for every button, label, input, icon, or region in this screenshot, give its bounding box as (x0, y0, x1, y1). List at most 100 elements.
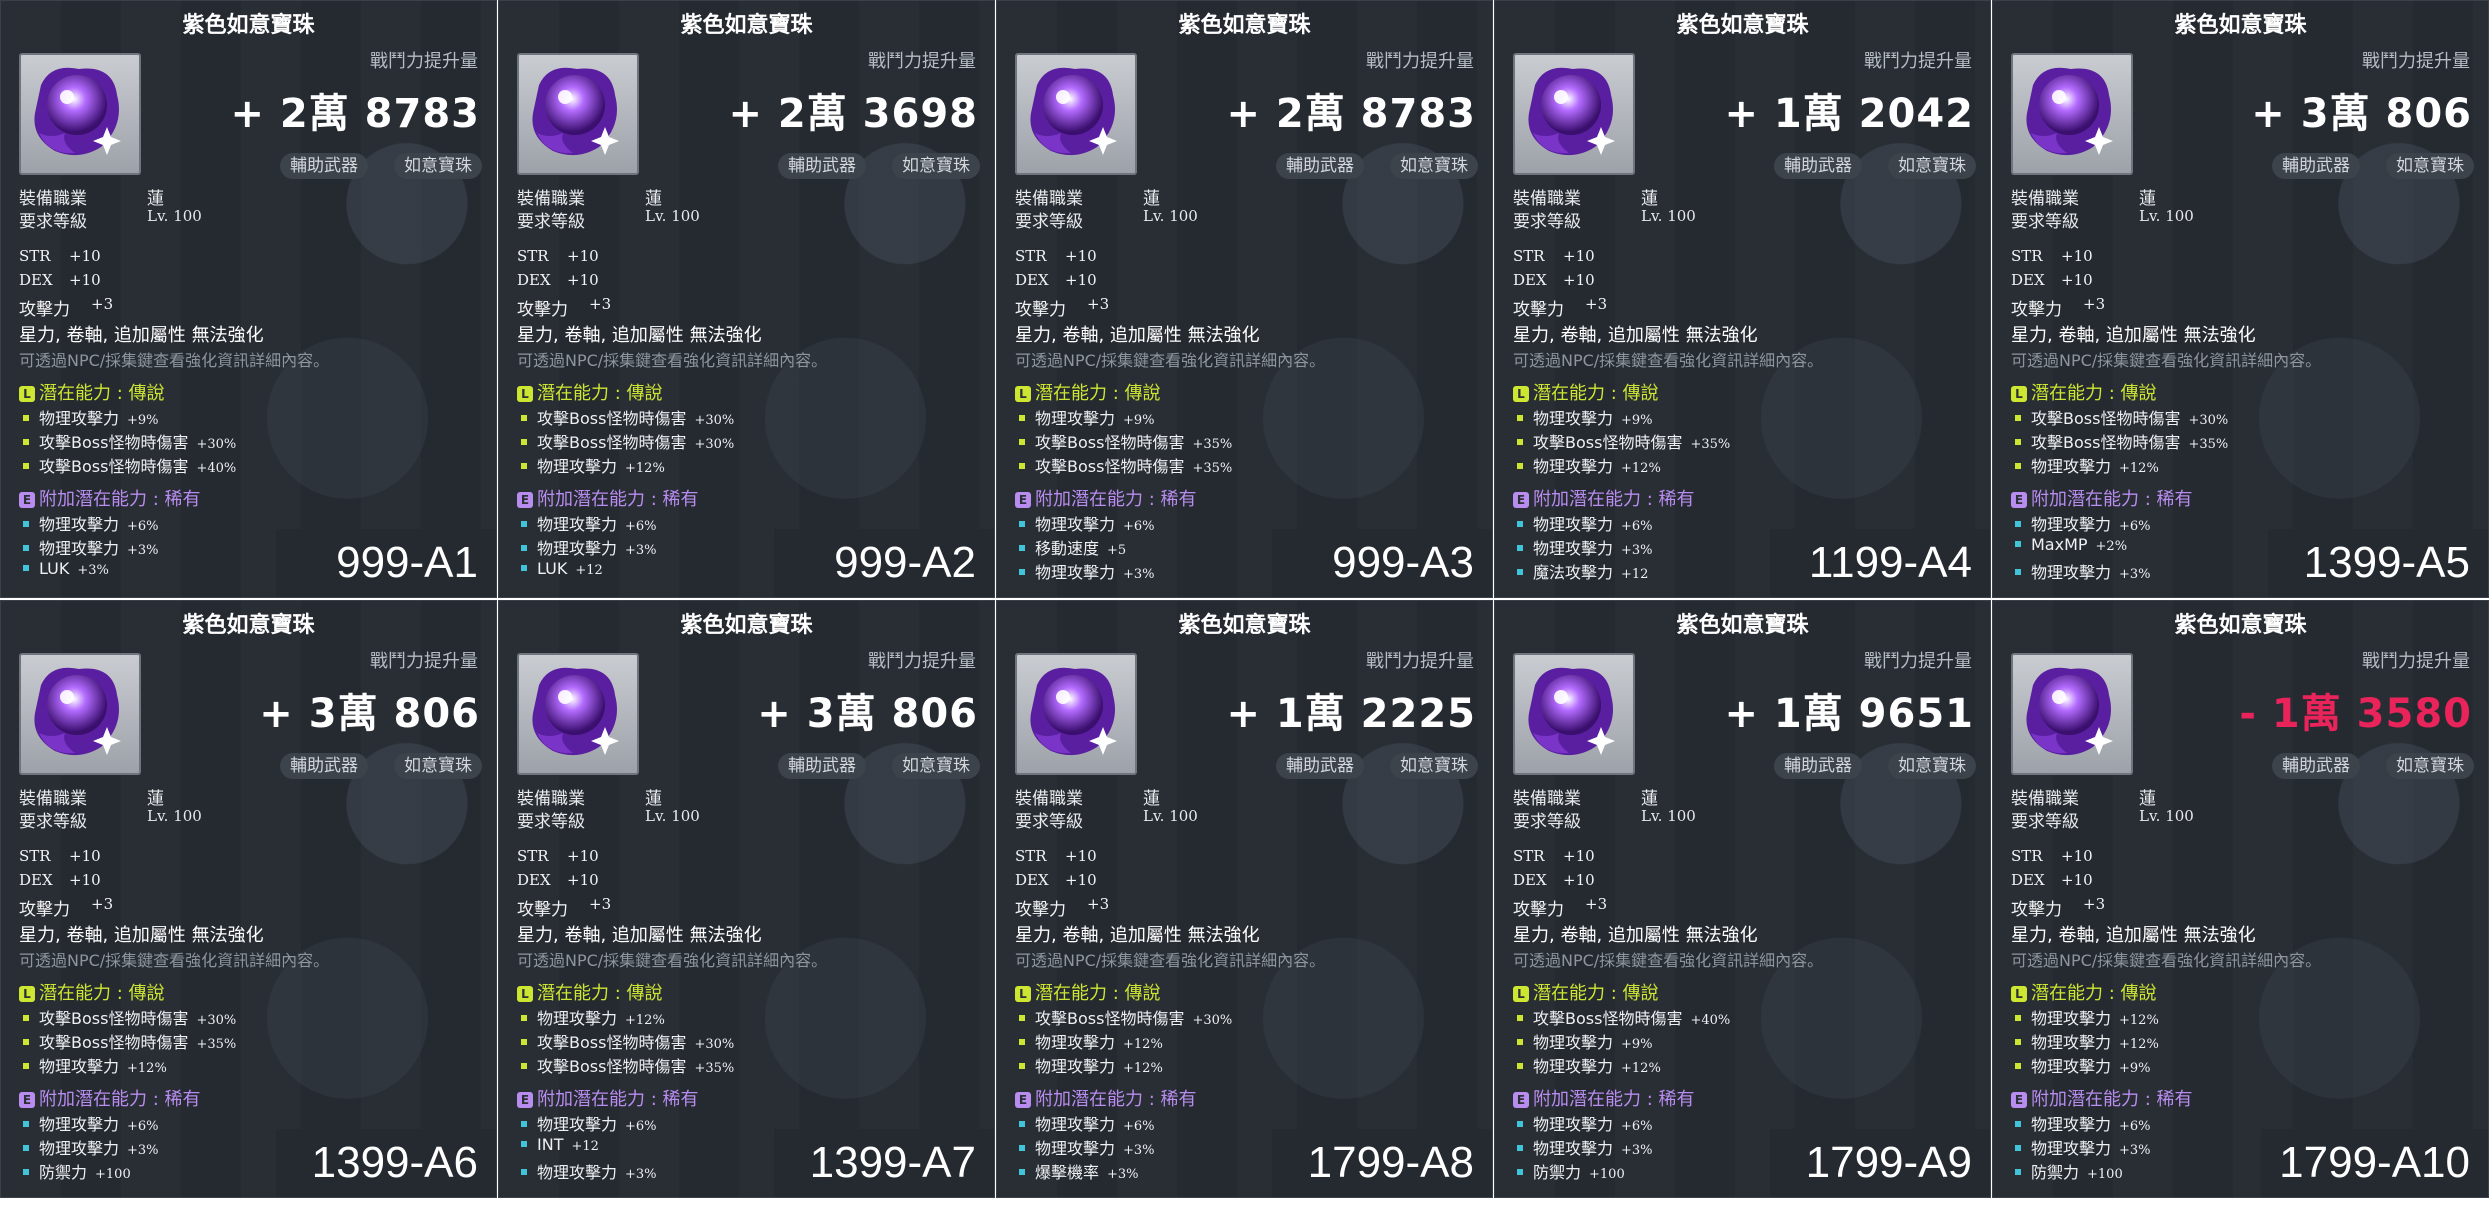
bonus-potential-line: MaxMP +2% (2015, 535, 2127, 554)
job-label: 裝備職業 (2011, 789, 2079, 809)
combat-power-label: 戰鬥力提升量 (868, 651, 976, 672)
level-label: 要求等級 (1015, 212, 1083, 232)
base-stat-name: 攻擊力 (1015, 900, 1066, 920)
potential-line: 攻擊Boss怪物時傷害 +35% (521, 1053, 734, 1077)
potential-header-label: 潛在能力 : 傳說 (1533, 983, 1659, 1004)
level-label: 要求等級 (517, 212, 585, 232)
bonus-potential-line: 防禦力 +100 (23, 1159, 131, 1183)
item-tooltip-card: 紫色如意寶珠 戰鬥力提升量 + 1萬 2042 輔助武器 如意寶珠 裝備職業 蓮要求等級 Lv… (1494, 0, 1991, 598)
potential-line: 攻擊Boss怪物時傷害 +30% (521, 1029, 734, 1053)
base-stat-name: DEX (2011, 871, 2045, 889)
base-stat-row: 攻擊力 +3 (1015, 895, 1109, 920)
bonus-header-label: 附加潛在能力 : 稀有 (1035, 489, 1197, 510)
job-value: 蓮 (2139, 789, 2156, 809)
purple-orb-item-icon (517, 53, 639, 175)
job-label: 裝備職業 (1015, 189, 1083, 209)
item-title: 紫色如意寶珠 (1676, 13, 1809, 38)
bullet-icon (1019, 1039, 1025, 1045)
job-label: 裝備職業 (517, 189, 585, 209)
purple-orb-item-icon (2011, 53, 2133, 175)
potential-value: +35% (2188, 437, 2229, 452)
bullet-icon (2015, 521, 2021, 527)
bonus-stat: LUK (39, 559, 70, 578)
legendary-grade-icon: L (517, 986, 533, 1002)
bonus-header-label: 附加潛在能力 : 稀有 (39, 489, 201, 510)
job-row: 裝備職業 蓮 (19, 784, 164, 809)
potential-line: 物理攻擊力 +12% (1019, 1029, 1163, 1053)
bullet-icon (23, 545, 29, 551)
rare-grade-icon: E (19, 492, 35, 508)
purple-orb-item-icon (1015, 53, 1137, 175)
combat-power-label: 戰鬥力提升量 (370, 651, 478, 672)
bonus-header-label: 附加潛在能力 : 稀有 (2031, 1089, 2193, 1110)
tag-item-type: 如意寶珠 (1390, 753, 1478, 779)
potential-line: 物理攻擊力 +12% (1517, 453, 1661, 477)
job-value: 蓮 (1641, 789, 1658, 809)
rare-grade-icon: E (2011, 1092, 2027, 1108)
bullet-icon (2015, 1169, 2021, 1175)
potential-header-label: 潛在能力 : 傳說 (1533, 383, 1659, 404)
potential-stat: 物理攻擊力 (1533, 409, 1614, 428)
bonus-stat: MaxMP (2031, 535, 2088, 554)
item-title: 紫色如意寶珠 (2174, 13, 2307, 38)
bullet-icon (23, 463, 29, 469)
bonus-value: +6% (1621, 1119, 1653, 1134)
potential-line: 物理攻擊力 +12% (1019, 1053, 1163, 1077)
combat-power-change: + 2萬 8783 (230, 91, 480, 137)
bullet-icon (521, 1039, 527, 1045)
job-value: 蓮 (2139, 189, 2156, 209)
bonus-potential-header: E 附加潛在能力 : 稀有 (517, 1085, 699, 1111)
item-title: 紫色如意寶珠 (1178, 613, 1311, 638)
bonus-potential-line: 防禦力 +100 (2015, 1159, 2123, 1183)
base-stat-row: DEX +10 (1015, 871, 1097, 889)
base-stat-row: DEX +10 (1513, 871, 1595, 889)
potential-header-label: 潛在能力 : 傳說 (537, 983, 663, 1004)
potential-line: 攻擊Boss怪物時傷害 +30% (23, 1005, 236, 1029)
tag-secondary-weapon: 輔助武器 (2272, 153, 2360, 179)
comparison-grid: 紫色如意寶珠 戰鬥力提升量 + 2萬 8783 輔助武器 如意寶珠 裝備職業蓮要求等級 Lv… (0, 0, 2491, 1200)
enhance-subnote: 可透過NPC/採集鍵查看強化資訊詳細內容。 (19, 951, 330, 970)
level-row: 要求等級 Lv. 100 (2011, 207, 2194, 232)
potential-stat: 物理攻擊力 (2031, 457, 2112, 476)
enhance-notice: 星力, 卷軸, 追加屬性 無法強化 (1015, 325, 1260, 346)
potential-line: 物理攻擊力 +9% (1517, 1029, 1653, 1053)
potential-stat: 攻擊Boss怪物時傷害 (1035, 433, 1185, 452)
potential-stat: 物理攻擊力 (537, 1009, 618, 1028)
combat-power-change: + 1萬 9651 (1724, 691, 1974, 737)
base-stat-value: +10 (567, 247, 599, 265)
item-tooltip-card: 紫色如意寶珠 戰鬥力提升量 + 1萬 9651 輔助武器 如意寶珠 裝備職業 蓮要求等級 Lv… (1494, 600, 1991, 1198)
bonus-stat: 物理攻擊力 (2031, 515, 2112, 534)
tag-secondary-weapon: 輔助武器 (1774, 753, 1862, 779)
base-stat-name: 攻擊力 (1513, 900, 1564, 920)
job-row: 裝備職業 蓮 (1015, 184, 1160, 209)
bullet-icon (1517, 1015, 1523, 1021)
potential-value: +9% (2119, 1061, 2151, 1076)
job-row: 裝備職業 蓮 (2011, 184, 2156, 209)
base-stat-name: 攻擊力 (517, 900, 568, 920)
bonus-header-label: 附加潛在能力 : 稀有 (537, 489, 699, 510)
potential-header-label: 潛在能力 : 傳說 (537, 383, 663, 404)
enhance-notice: 星力, 卷軸, 追加屬性 無法強化 (1513, 325, 1758, 346)
potential-value: +35% (1690, 437, 1731, 452)
base-stat-row: 攻擊力 +3 (19, 295, 113, 320)
base-stat-name: 攻擊力 (19, 900, 70, 920)
base-stat-row: DEX +10 (2011, 271, 2093, 289)
bullet-icon (521, 1121, 527, 1127)
potential-value: +35% (1192, 461, 1233, 476)
bullet-icon (1019, 1121, 1025, 1127)
combat-power-change: + 3萬 806 (757, 691, 978, 737)
bonus-value: +6% (2119, 519, 2151, 534)
base-stat-row: STR +10 (1513, 247, 1595, 265)
tag-secondary-weapon: 輔助武器 (280, 753, 368, 779)
bonus-stat: 物理攻擊力 (1533, 1139, 1614, 1158)
potential-value: +9% (1123, 413, 1155, 428)
tag-item-type: 如意寶珠 (1888, 153, 1976, 179)
base-stat-value: +3 (91, 295, 114, 313)
bullet-icon (23, 415, 29, 421)
tag-secondary-weapon: 輔助武器 (778, 753, 866, 779)
potential-stat: 物理攻擊力 (39, 1057, 120, 1076)
enhance-notice: 星力, 卷軸, 追加屬性 無法強化 (517, 925, 762, 946)
legendary-grade-icon: L (2011, 986, 2027, 1002)
level-value: Lv. 100 (1641, 807, 1696, 825)
base-stat-row: DEX +10 (517, 871, 599, 889)
